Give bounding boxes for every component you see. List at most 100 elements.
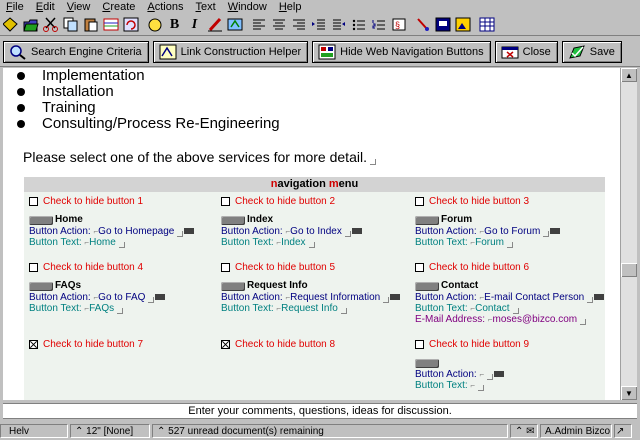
button-action-field[interactable]: Go to Homepage: [98, 226, 174, 237]
menu-text[interactable]: Text: [190, 0, 222, 14]
paste-icon[interactable]: [81, 15, 100, 34]
bullets-icon[interactable]: [349, 15, 368, 34]
nav-button-preview[interactable]: [221, 216, 245, 225]
nav-button-preview[interactable]: [415, 359, 439, 368]
button-text-field[interactable]: Index: [281, 237, 305, 248]
sound-icon[interactable]: [433, 15, 452, 34]
link-icon[interactable]: [413, 15, 432, 34]
vertical-scrollbar[interactable]: ▲ ▼: [620, 68, 637, 400]
hide-button-checkbox[interactable]: [221, 340, 230, 349]
status-bar: Helv ⌃ 12" [None] ⌃ 527 unread document(…: [0, 422, 640, 440]
refresh-icon[interactable]: [121, 15, 140, 34]
button-text-field[interactable]: Request Info: [281, 303, 338, 314]
list-item[interactable]: Consulting/Process Re-Engineering: [17, 116, 280, 132]
hide-button-checkbox[interactable]: [29, 263, 38, 272]
comments-bar[interactable]: Enter your comments, questions, ideas fo…: [3, 403, 637, 419]
numbers-icon[interactable]: [369, 15, 388, 34]
diamond-icon[interactable]: [1, 15, 20, 34]
scroll-down-icon[interactable]: ▼: [621, 386, 637, 400]
menu-view[interactable]: View: [61, 0, 97, 14]
hide-button-checkbox-row[interactable]: Check to hide button 9: [415, 339, 605, 350]
close-button[interactable]: Close: [494, 40, 558, 63]
dropdown-icon[interactable]: [550, 228, 561, 235]
align-left-icon[interactable]: [249, 15, 268, 34]
highlight-icon[interactable]: [205, 15, 224, 34]
hide-button-checkbox[interactable]: [221, 263, 230, 272]
button-text-field[interactable]: FAQs: [89, 303, 114, 314]
dropdown-icon[interactable]: [351, 228, 362, 235]
dropdown-icon[interactable]: [390, 294, 401, 301]
hide-button-checkbox-row[interactable]: Check to hide button 1: [29, 196, 219, 207]
save-button[interactable]: Save: [561, 40, 622, 63]
size-style-selector[interactable]: ⌃ 12" [None]: [70, 424, 150, 438]
cut-icon[interactable]: [41, 15, 60, 34]
nav-button-preview[interactable]: [415, 282, 439, 291]
hide-button-checkbox[interactable]: [29, 340, 38, 349]
menu-help[interactable]: Help: [273, 0, 308, 14]
font-selector[interactable]: Helv: [0, 424, 68, 438]
nav-button-preview[interactable]: [415, 216, 439, 225]
button-action-field[interactable]: E-mail Contact Person: [484, 292, 584, 303]
menu-file[interactable]: File: [0, 0, 30, 14]
hide-button-checkbox-row[interactable]: Check to hide button 6: [415, 262, 605, 273]
scroll-up-icon[interactable]: ▲: [621, 68, 637, 82]
hide-button-checkbox[interactable]: [415, 340, 424, 349]
list-item[interactable]: Training: [17, 100, 280, 116]
dropdown-icon[interactable]: [594, 294, 605, 301]
button-action-field[interactable]: Go to Index: [290, 226, 342, 237]
dropdown-icon[interactable]: [155, 294, 166, 301]
status-icon[interactable]: ↗: [614, 424, 632, 438]
nav-button-preview[interactable]: [29, 216, 53, 225]
indent-icon[interactable]: [309, 15, 328, 34]
button-action-field[interactable]: Go to FAQ: [98, 292, 145, 303]
table-insert-icon[interactable]: [477, 15, 496, 34]
italic-icon[interactable]: I: [185, 15, 204, 34]
hide-button-checkbox-row[interactable]: Check to hide button 5: [221, 262, 411, 273]
style-icon[interactable]: [225, 15, 244, 34]
link-construction-helper-button[interactable]: Link Construction Helper: [152, 40, 309, 63]
button-action-row: Button Action: ⌐Go to Homepage: [29, 226, 219, 237]
user-name[interactable]: A.Admin Bizco: [540, 424, 612, 438]
button-text-field[interactable]: Home: [89, 237, 116, 248]
table-icon[interactable]: [101, 15, 120, 34]
field-marker-icon: [478, 385, 485, 391]
button-action-field[interactable]: Request Information: [290, 292, 380, 303]
hide-button-checkbox[interactable]: [415, 197, 424, 206]
nav-button-preview[interactable]: [29, 282, 53, 291]
list-item[interactable]: Implementation: [17, 68, 280, 84]
nav-button-cell: Check to hide button 1 Home Button Action:…: [29, 196, 219, 248]
smartcopy-icon[interactable]: [145, 15, 164, 34]
properties-icon[interactable]: §: [389, 15, 408, 34]
mail-icon[interactable]: ⌃ ✉: [510, 424, 538, 438]
bold-icon[interactable]: B: [165, 15, 184, 34]
email-field[interactable]: moses@bizco.com: [492, 314, 577, 325]
scroll-thumb[interactable]: [621, 263, 637, 277]
open-icon[interactable]: [21, 15, 40, 34]
menu-create[interactable]: Create: [96, 0, 141, 14]
outdent-icon[interactable]: [329, 15, 348, 34]
menu-actions[interactable]: Actions: [141, 0, 189, 14]
hide-web-navigation-buttons-button[interactable]: Hide Web Navigation Buttons: [312, 40, 491, 63]
hide-button-checkbox-row[interactable]: Check to hide button 8: [221, 339, 411, 350]
hide-button-checkbox-row[interactable]: Check to hide button 4: [29, 262, 219, 273]
menu-window[interactable]: Window: [222, 0, 273, 14]
dropdown-icon[interactable]: [184, 228, 195, 235]
hide-button-checkbox[interactable]: [221, 197, 230, 206]
hide-button-checkbox-row[interactable]: Check to hide button 2: [221, 196, 411, 207]
list-item[interactable]: Installation: [17, 84, 280, 100]
button-action-field[interactable]: Go to Forum: [484, 226, 540, 237]
hide-button-checkbox[interactable]: [29, 197, 38, 206]
copy-icon[interactable]: [61, 15, 80, 34]
hide-button-checkbox[interactable]: [415, 263, 424, 272]
button-text-field[interactable]: Contact: [475, 303, 509, 314]
search-engine-criteria-button[interactable]: Search Engine Criteria: [3, 40, 149, 63]
align-right-icon[interactable]: [289, 15, 308, 34]
dropdown-icon[interactable]: [494, 371, 505, 378]
button-text-field[interactable]: Forum: [475, 237, 504, 248]
image-icon[interactable]: [453, 15, 472, 34]
align-center-icon[interactable]: [269, 15, 288, 34]
hide-button-checkbox-row[interactable]: Check to hide button 3: [415, 196, 605, 207]
nav-button-preview[interactable]: [221, 282, 245, 291]
hide-button-checkbox-row[interactable]: Check to hide button 7: [29, 339, 219, 350]
menu-edit[interactable]: Edit: [30, 0, 61, 14]
